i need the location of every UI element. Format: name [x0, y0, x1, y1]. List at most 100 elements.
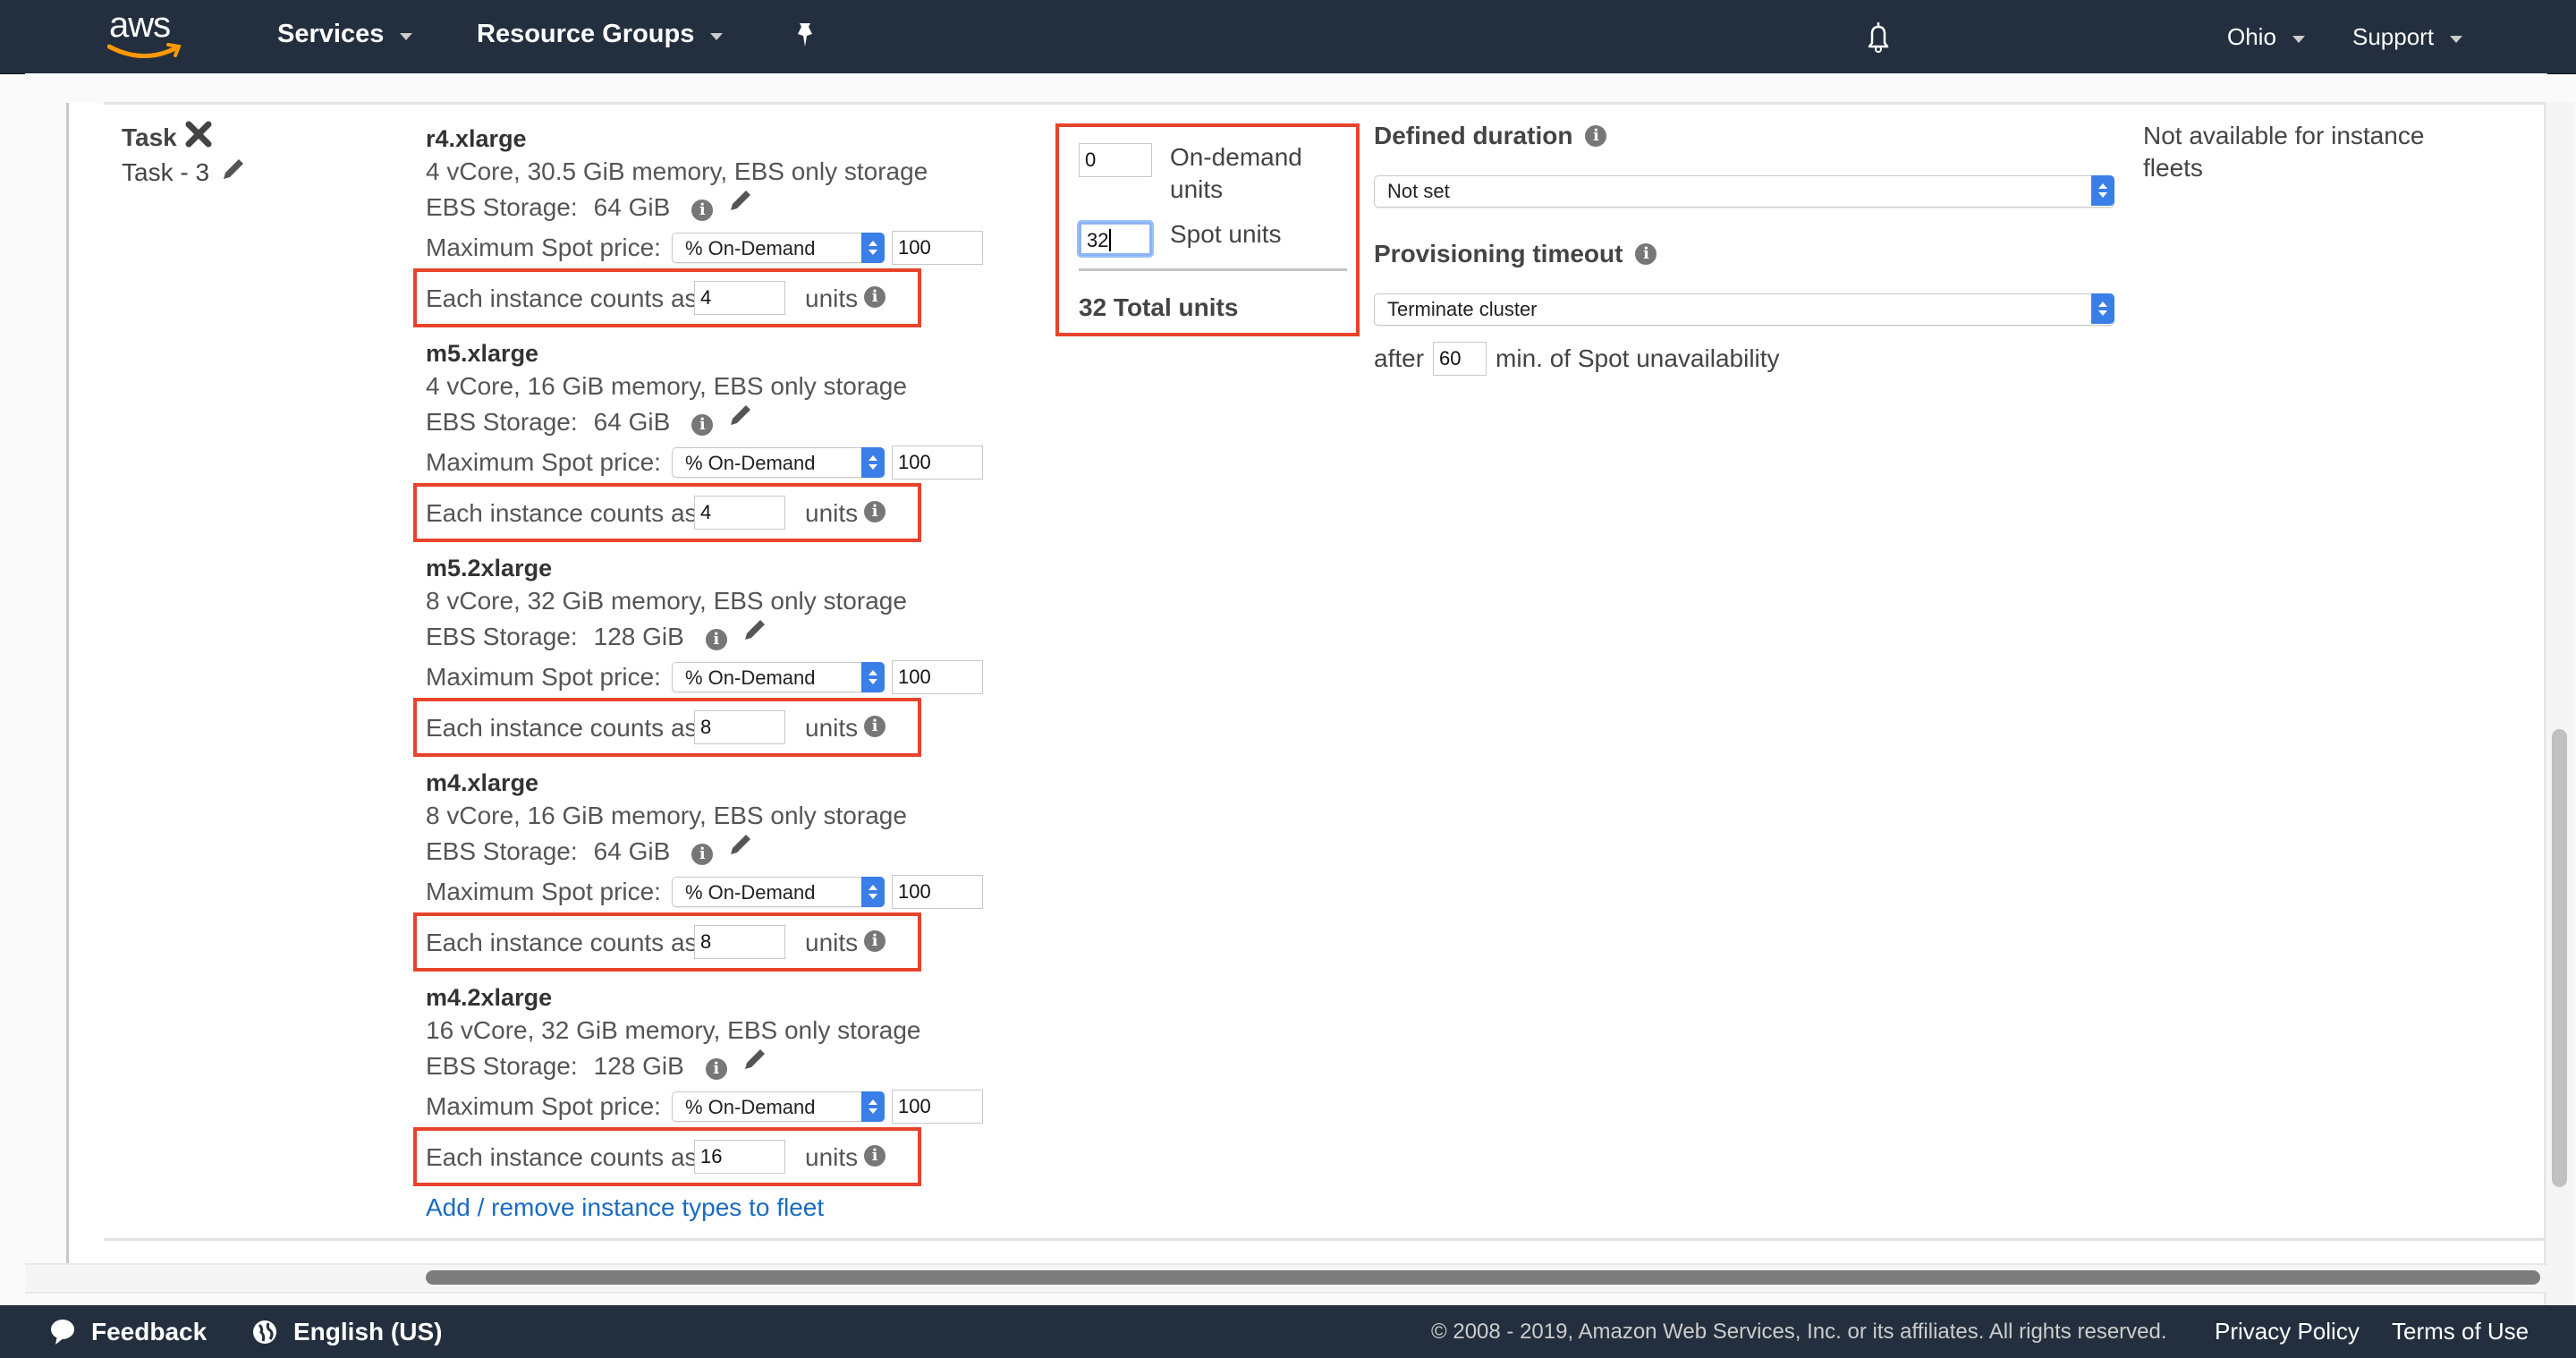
- info-icon[interactable]: i: [864, 501, 886, 522]
- info-icon[interactable]: i: [864, 1145, 886, 1167]
- ebs-storage-label: EBS Storage:: [426, 1052, 578, 1080]
- instance-specs: 4 vCore, 30.5 GiB memory, EBS only stora…: [426, 157, 928, 185]
- region-menu[interactable]: Ohio: [2227, 23, 2305, 51]
- select-arrows-icon: [860, 233, 885, 263]
- max-spot-price-mode-select[interactable]: % On-Demand: [671, 447, 885, 478]
- max-spot-price-mode-value: % On-Demand: [684, 237, 816, 259]
- info-icon[interactable]: i: [705, 629, 727, 650]
- max-spot-price-label: Maximum Spot price:: [426, 233, 661, 261]
- max-spot-price-row: Maximum Spot price: % On-Demand 100: [426, 231, 983, 265]
- pin-icon[interactable]: [794, 21, 818, 55]
- aws-logo[interactable]: aws: [106, 5, 186, 64]
- instance-weight-label: Each instance counts as: [426, 929, 698, 956]
- timeout-suffix-label: min. of Spot unavailability: [1496, 344, 1780, 372]
- provisioning-timeout-label: Provisioning timeout: [1374, 240, 1623, 267]
- language-label: English (US): [293, 1318, 443, 1345]
- info-icon[interactable]: i: [864, 930, 886, 952]
- max-spot-price-input[interactable]: 100: [891, 875, 983, 909]
- footer: Feedback English (US) © 2008 - 2019, Ama…: [0, 1305, 2576, 1358]
- instance-weight-units-label: units: [805, 284, 859, 312]
- edit-ebs-icon[interactable]: [741, 616, 768, 649]
- edit-ebs-icon[interactable]: [727, 831, 754, 864]
- instance-weight-box: Each instance counts as 4 units i: [413, 483, 921, 542]
- max-spot-price-input[interactable]: 100: [891, 660, 983, 694]
- instance-specs: 8 vCore, 32 GiB memory, EBS only storage: [426, 587, 907, 615]
- instance-weight-box: Each instance counts as 4 units i: [413, 268, 921, 327]
- copyright: © 2008 - 2019, Amazon Web Services, Inc.…: [1431, 1320, 2167, 1344]
- info-icon[interactable]: i: [1585, 125, 1607, 147]
- vertical-scrollbar-thumb[interactable]: [2552, 729, 2567, 1187]
- target-capacity-box: 0 On-demand units 32​ Spot units 32 Tota…: [1055, 123, 1360, 336]
- max-spot-price-row: Maximum Spot price: % On-Demand 100: [426, 1090, 983, 1124]
- select-arrows-icon: [2091, 175, 2114, 206]
- info-icon[interactable]: i: [691, 199, 714, 221]
- support-label: Support: [2352, 23, 2435, 50]
- max-spot-price-label: Maximum Spot price:: [426, 663, 661, 691]
- resource-groups-menu[interactable]: Resource Groups: [477, 20, 724, 49]
- support-menu[interactable]: Support: [2352, 23, 2463, 51]
- divider: [104, 1238, 2546, 1241]
- max-spot-price-mode-select[interactable]: % On-Demand: [671, 662, 885, 692]
- horizontal-scrollbar-thumb[interactable]: [426, 1270, 2540, 1285]
- instance-weight-input[interactable]: 4: [694, 281, 785, 315]
- instance-specs: 16 vCore, 32 GiB memory, EBS only storag…: [426, 1016, 921, 1044]
- divider: [1079, 268, 1347, 271]
- edit-ebs-icon[interactable]: [727, 402, 754, 435]
- feedback-button[interactable]: Feedback: [48, 1318, 207, 1346]
- bell-icon[interactable]: [1864, 21, 1893, 58]
- select-arrows-icon: [860, 877, 885, 907]
- max-spot-price-input[interactable]: 100: [891, 231, 983, 265]
- edit-task-name-icon[interactable]: [220, 156, 247, 189]
- instance-weight-label: Each instance counts as: [426, 714, 698, 742]
- ebs-storage-label: EBS Storage:: [426, 193, 578, 221]
- max-spot-price-mode-select[interactable]: % On-Demand: [671, 877, 885, 907]
- ebs-storage-value: 64 GiB: [593, 193, 671, 221]
- language-selector[interactable]: English (US): [250, 1318, 442, 1346]
- privacy-policy-link[interactable]: Privacy Policy: [2215, 1318, 2360, 1345]
- instance-weight-input[interactable]: 8: [694, 710, 785, 744]
- max-spot-price-input[interactable]: 100: [891, 446, 983, 480]
- defined-duration-select[interactable]: Not set: [1374, 175, 2114, 208]
- instance-weight-units-label: units: [805, 929, 859, 956]
- provisioning-timeout-select[interactable]: Terminate cluster: [1374, 293, 2114, 326]
- max-spot-price-row: Maximum Spot price: % On-Demand 100: [426, 446, 983, 480]
- info-icon[interactable]: i: [705, 1058, 727, 1080]
- defined-duration-value: Not set: [1387, 180, 1450, 202]
- aws-logo-text: aws: [109, 5, 171, 45]
- provisioning-timeout-heading: Provisioning timeout i: [1374, 240, 1657, 268]
- max-spot-price-mode-select[interactable]: % On-Demand: [671, 233, 885, 263]
- info-icon[interactable]: i: [864, 286, 886, 308]
- max-spot-price-input[interactable]: 100: [891, 1090, 983, 1124]
- timeout-minutes-input[interactable]: 60: [1433, 342, 1487, 376]
- instance-weight-input[interactable]: 4: [694, 496, 785, 530]
- edit-ebs-icon[interactable]: [741, 1046, 768, 1079]
- edit-ebs-icon[interactable]: [727, 187, 754, 220]
- instance-weight-input[interactable]: 16: [694, 1140, 785, 1174]
- instance-weight-input[interactable]: 8: [694, 925, 785, 959]
- terms-of-use-link[interactable]: Terms of Use: [2392, 1318, 2529, 1345]
- spot-units-input[interactable]: 32​: [1079, 222, 1152, 256]
- max-spot-price-mode-select[interactable]: % On-Demand: [671, 1091, 885, 1122]
- on-demand-units-input[interactable]: 0: [1079, 143, 1152, 177]
- add-remove-instance-types-link[interactable]: Add / remove instance types to fleet: [426, 1193, 824, 1222]
- info-icon[interactable]: i: [1635, 243, 1657, 265]
- instance-weight-units-label: units: [805, 1143, 859, 1171]
- info-icon[interactable]: i: [691, 844, 714, 865]
- ebs-storage-label: EBS Storage:: [426, 837, 578, 865]
- services-menu[interactable]: Services: [277, 20, 413, 49]
- info-icon[interactable]: i: [864, 716, 886, 737]
- remove-task-icon[interactable]: [184, 120, 213, 155]
- select-arrows-icon: [860, 447, 885, 478]
- ebs-storage-value: 128 GiB: [593, 623, 684, 650]
- max-spot-price-mode-value: % On-Demand: [684, 452, 816, 474]
- task-title-label: Task: [122, 123, 177, 151]
- provisioning-timeout-value: Terminate cluster: [1387, 298, 1538, 320]
- max-spot-price-mode-value: % On-Demand: [684, 1096, 816, 1118]
- max-spot-price-label: Maximum Spot price:: [426, 878, 661, 905]
- ebs-storage-label: EBS Storage:: [426, 408, 578, 436]
- chevron-down-icon: [2292, 35, 2305, 43]
- instance-type-name: m5.xlarge: [426, 340, 539, 367]
- info-icon[interactable]: i: [691, 414, 714, 436]
- globe-icon: [253, 1320, 276, 1344]
- instance-type-name: m5.2xlarge: [426, 555, 553, 581]
